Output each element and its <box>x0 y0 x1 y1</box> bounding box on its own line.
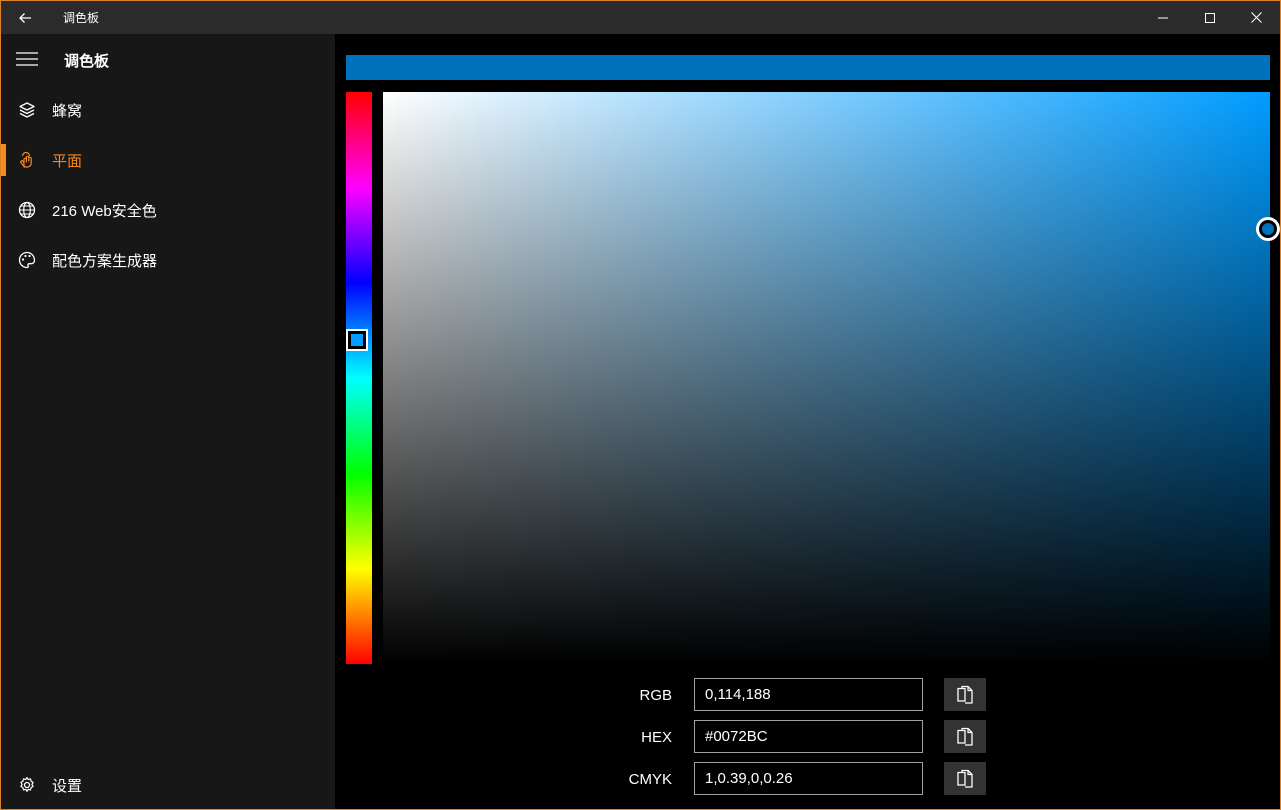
window-controls <box>1139 1 1280 34</box>
hex-label: HEX <box>641 729 672 746</box>
window-title: 调色板 <box>63 11 100 25</box>
nav-item-flat[interactable]: 平面 <box>1 135 335 185</box>
maximize-icon <box>1204 12 1215 23</box>
copy-rgb-button[interactable] <box>944 678 986 711</box>
color-picker-thumb[interactable] <box>1256 217 1280 241</box>
cmyk-value-field[interactable]: 1,0.39,0,0.26 <box>694 762 923 795</box>
nav-item-label: 蜂窝 <box>52 102 83 120</box>
app-window: 调色板 调色板 蜂窝 平面 216 Web安全色 配色方案生成器 设置 RGB … <box>0 0 1281 810</box>
copy-cmyk-button[interactable] <box>944 762 986 795</box>
hex-row: HEX #0072BC <box>335 720 1280 754</box>
nav-item-honeycomb[interactable]: 蜂窝 <box>1 85 335 135</box>
hex-value-field[interactable]: #0072BC <box>694 720 923 753</box>
rgb-row: RGB 0,114,188 <box>335 678 1280 712</box>
globe-icon <box>17 200 37 220</box>
minimize-icon <box>1157 17 1168 18</box>
thumb-ring <box>1259 220 1277 238</box>
cmyk-row: CMYK 1,0.39,0,0.26 <box>335 762 1280 796</box>
saturation-value-area[interactable] <box>383 92 1280 664</box>
maximize-button[interactable] <box>1186 1 1233 34</box>
nav-item-label: 配色方案生成器 <box>52 252 158 270</box>
active-indicator <box>1 144 6 176</box>
rgb-label: RGB <box>639 687 672 704</box>
title-bar: 调色板 <box>1 1 1280 34</box>
rgb-value-field[interactable]: 0,114,188 <box>694 678 923 711</box>
back-button[interactable] <box>1 1 49 34</box>
close-icon <box>1251 12 1262 23</box>
nav-item-label: 216 Web安全色 <box>52 202 157 220</box>
navigation-pane: 调色板 蜂窝 平面 216 Web安全色 配色方案生成器 设置 <box>1 34 335 809</box>
thumb-fill <box>1262 223 1274 235</box>
hue-slider[interactable] <box>346 92 372 664</box>
minimize-button[interactable] <box>1139 1 1186 34</box>
copy-icon <box>957 769 973 788</box>
color-picker-panel: RGB 0,114,188 HEX #0072BC CMYK 1,0.39,0,… <box>335 34 1280 809</box>
nav-item-web-safe[interactable]: 216 Web安全色 <box>1 185 335 235</box>
nav-item-scheme-generator[interactable]: 配色方案生成器 <box>1 235 335 285</box>
hue-thumb-fill <box>351 334 363 346</box>
close-button[interactable] <box>1233 1 1280 34</box>
palette-icon <box>17 250 37 270</box>
pane-title: 调色板 <box>64 53 110 70</box>
nav-item-label: 平面 <box>52 152 83 170</box>
back-arrow-icon <box>19 12 31 23</box>
touch-hand-icon <box>17 150 37 170</box>
cmyk-label: CMYK <box>628 771 672 788</box>
copy-icon <box>957 727 973 746</box>
nav-item-settings[interactable]: 设置 <box>1 760 335 809</box>
gear-icon <box>17 775 37 795</box>
selected-color-preview <box>346 55 1270 80</box>
menu-button[interactable] <box>15 49 39 69</box>
copy-icon <box>957 685 973 704</box>
settings-label: 设置 <box>52 777 83 795</box>
hamburger-icon <box>16 52 38 66</box>
hue-slider-thumb[interactable] <box>346 329 368 351</box>
copy-hex-button[interactable] <box>944 720 986 753</box>
layers-icon <box>17 100 37 120</box>
